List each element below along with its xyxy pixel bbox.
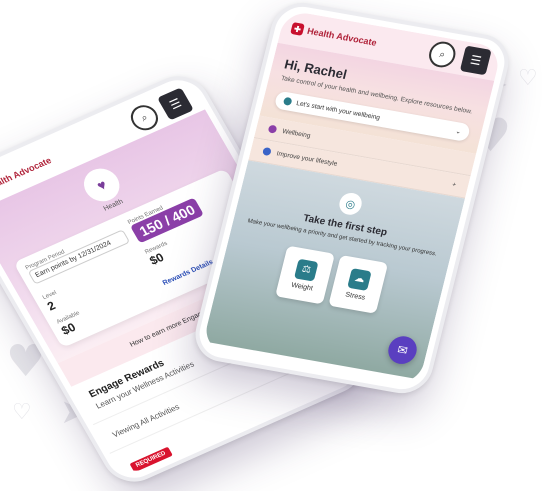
scale-icon: ⚖ [294, 258, 319, 282]
stress-tile[interactable]: ☁ Stress [328, 255, 389, 315]
blue-dot-icon [261, 147, 272, 157]
heart-icon: ♡ [518, 66, 538, 91]
chat-fab-button[interactable]: ✉ [385, 334, 420, 367]
first-step-section: ◎ Take the first step Make your wellbein… [203, 160, 465, 380]
required-badge: REQUIRED [129, 446, 173, 473]
heart-icon: ♥ [93, 176, 110, 194]
wellbeing-icon [282, 97, 293, 107]
heart-icon: ♡ [12, 400, 32, 425]
cloud-icon: ☁ [347, 267, 372, 291]
menu-button[interactable]: ☰ [459, 45, 492, 76]
brand-name: Health Advocate [306, 25, 378, 48]
purple-dot-icon [267, 124, 278, 135]
phone-screen: ✚ Health Advocate ⌕ ☰ Hi, Rachel Take co… [201, 9, 503, 387]
phone-mockup-right: ✚ Health Advocate ⌕ ☰ Hi, Rachel Take co… [189, 0, 515, 398]
target-icon: ◎ [336, 191, 364, 217]
search-icon: ⌕ [438, 48, 447, 61]
tile-label: Stress [344, 291, 366, 302]
search-button[interactable]: ⌕ [426, 39, 459, 70]
list-item-label: Improve your lifestyle [275, 150, 339, 168]
plus-icon: + [451, 181, 457, 189]
list-item-label: Wellbeing [281, 127, 312, 140]
brand-mark-icon: ✚ [290, 22, 305, 36]
dropdown-label: Let's start with your wellbeing [295, 99, 381, 122]
chat-icon: ✉ [395, 342, 410, 359]
chevron-down-icon: ⌄ [454, 128, 462, 137]
brand-logo[interactable]: ✚ Health Advocate [290, 22, 378, 49]
search-icon: ⌕ [139, 111, 150, 124]
hamburger-icon: ☰ [468, 52, 483, 69]
weight-tile[interactable]: ⚖ Weight [275, 245, 335, 305]
tile-label: Weight [290, 281, 314, 293]
hamburger-icon: ☰ [167, 95, 184, 113]
